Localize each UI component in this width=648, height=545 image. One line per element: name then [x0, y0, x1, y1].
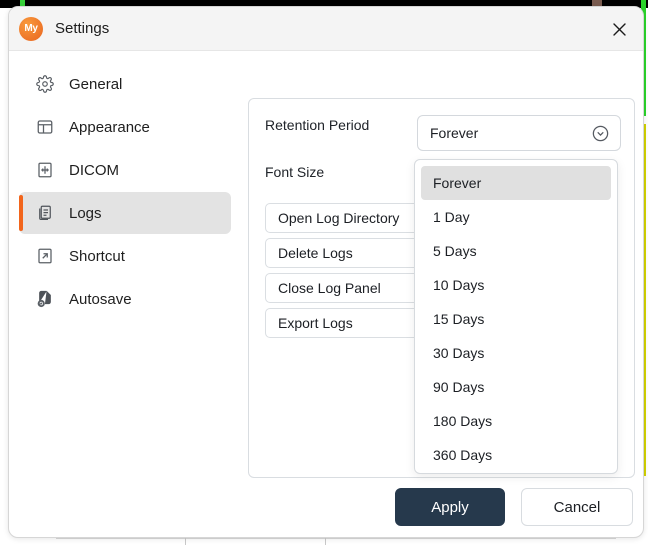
- export-logs-label: Export Logs: [278, 315, 353, 331]
- dropdown-option-180-days[interactable]: 180 Days: [421, 404, 611, 438]
- close-icon: [612, 22, 627, 37]
- dropdown-option-label: 15 Days: [433, 311, 484, 327]
- dropdown-option-label: Forever: [433, 175, 481, 191]
- gear-icon: [35, 74, 55, 94]
- chevron-down-circle-icon: [591, 124, 610, 143]
- cancel-button-label: Cancel: [554, 499, 601, 516]
- delete-logs-label: Delete Logs: [278, 245, 353, 261]
- sidebar-item-appearance[interactable]: Appearance: [19, 106, 231, 148]
- sidebar-item-autosave[interactable]: Autosave: [19, 278, 231, 320]
- dropdown-option-label: 180 Days: [433, 413, 492, 429]
- dropdown-option-90-days[interactable]: 90 Days: [421, 370, 611, 404]
- dropdown-option-label: 5 Days: [433, 243, 477, 259]
- apply-button[interactable]: Apply: [395, 488, 505, 526]
- sidebar-item-dicom[interactable]: DICOM: [19, 149, 231, 191]
- close-log-panel-label: Close Log Panel: [278, 280, 381, 296]
- open-log-directory-button[interactable]: Open Log Directory: [265, 203, 433, 233]
- dialog-footer: Apply Cancel: [9, 485, 643, 537]
- open-log-directory-label: Open Log Directory: [278, 210, 399, 226]
- settings-sidebar: General Appearance: [9, 51, 241, 538]
- close-button[interactable]: [603, 13, 635, 45]
- sidebar-item-label: Appearance: [69, 119, 150, 136]
- export-logs-button[interactable]: Export Logs: [265, 308, 433, 338]
- dropdown-option-10-days[interactable]: 10 Days: [421, 268, 611, 302]
- dropdown-option-30-days[interactable]: 30 Days: [421, 336, 611, 370]
- cancel-button[interactable]: Cancel: [521, 488, 633, 526]
- documents-icon: [35, 203, 55, 223]
- sidebar-item-label: Autosave: [69, 291, 132, 308]
- font-size-label: Font Size: [265, 164, 415, 180]
- dropdown-option-5-days[interactable]: 5 Days: [421, 234, 611, 268]
- settings-dialog: My Settings General: [8, 6, 644, 538]
- dropdown-option-1-day[interactable]: 1 Day: [421, 200, 611, 234]
- sidebar-item-label: General: [69, 76, 122, 93]
- close-log-panel-button[interactable]: Close Log Panel: [265, 273, 433, 303]
- dropdown-option-label: 30 Days: [433, 345, 484, 361]
- dropdown-option-360-days[interactable]: 360 Days: [421, 438, 611, 472]
- dropdown-option-label: 1 Day: [433, 209, 470, 225]
- sidebar-item-label: Logs: [69, 205, 102, 222]
- apply-button-label: Apply: [431, 499, 469, 516]
- layout-icon: [35, 117, 55, 137]
- dropdown-option-15-days[interactable]: 15 Days: [421, 302, 611, 336]
- external-link-icon: [35, 246, 55, 266]
- sidebar-item-shortcut[interactable]: Shortcut: [19, 235, 231, 277]
- dialog-body: General Appearance: [9, 51, 643, 538]
- dicom-icon: [35, 160, 55, 180]
- sidebar-item-logs[interactable]: Logs: [19, 192, 231, 234]
- dialog-title: Settings: [55, 20, 109, 37]
- retention-period-select[interactable]: Forever: [417, 115, 621, 151]
- retention-period-dropdown[interactable]: Forever 1 Day 5 Days 10 Days 15 Days 30 …: [414, 159, 618, 474]
- dropdown-option-label: 90 Days: [433, 379, 484, 395]
- app-logo-icon: My: [19, 17, 43, 41]
- background-bottom-divider: [56, 538, 616, 539]
- dropdown-option-forever[interactable]: Forever: [421, 166, 611, 200]
- retention-period-label: Retention Period: [265, 117, 415, 133]
- font-size-row: Font Size: [265, 164, 415, 180]
- retention-period-row: Retention Period: [265, 117, 415, 133]
- delete-logs-button[interactable]: Delete Logs: [265, 238, 433, 268]
- autosave-icon: [35, 289, 55, 309]
- sidebar-item-label: Shortcut: [69, 248, 125, 265]
- retention-period-value: Forever: [430, 125, 591, 141]
- dropdown-option-label: 10 Days: [433, 277, 484, 293]
- dialog-titlebar: My Settings: [9, 7, 643, 51]
- sidebar-item-general[interactable]: General: [19, 63, 231, 105]
- sidebar-item-label: DICOM: [69, 162, 119, 179]
- dropdown-option-label: 360 Days: [433, 447, 492, 463]
